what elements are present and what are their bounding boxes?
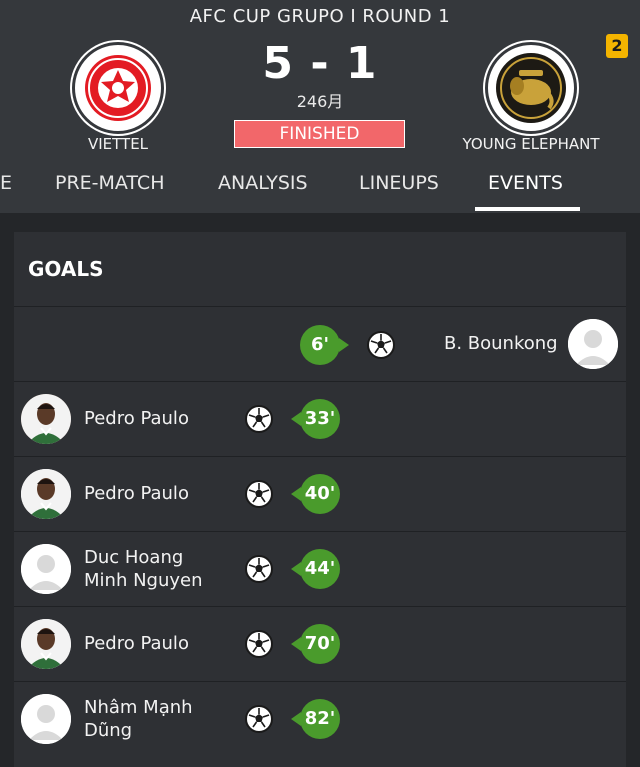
goal-event-row[interactable]: Duc Hoang Minh Nguyen 44' xyxy=(14,531,626,606)
goal-event-row[interactable]: Pedro Paulo 33' xyxy=(14,381,626,456)
player-photo-icon xyxy=(21,394,71,444)
player-name: Pedro Paulo xyxy=(84,483,189,504)
soccer-ball-icon xyxy=(367,331,395,359)
match-header: AFC CUP GRUPO I ROUND 1 2 VIETTEL 5 - 1 … xyxy=(0,0,640,213)
tab-partial[interactable]: E xyxy=(0,172,12,194)
goal-event-row[interactable]: Nhâm Mạnh Dũng 82' xyxy=(14,681,626,767)
tab-pre-match[interactable]: PRE-MATCH xyxy=(55,172,164,194)
player-avatar[interactable] xyxy=(21,394,71,444)
person-placeholder-icon xyxy=(21,544,71,594)
soccer-ball-icon xyxy=(245,405,273,433)
player-name: Pedro Paulo xyxy=(84,408,189,429)
person-placeholder-icon xyxy=(568,319,618,369)
goals-panel: GOALS 6' B. Bounkong Pedro Paulo 33' Ped… xyxy=(14,232,626,767)
player-avatar[interactable] xyxy=(21,469,71,519)
goal-event-row[interactable]: Pedro Paulo 40' xyxy=(14,456,626,531)
goal-event-row[interactable]: Pedro Paulo 70' xyxy=(14,606,626,681)
tab-analysis[interactable]: ANALYSIS xyxy=(218,172,308,194)
player-name-line-2: Minh Nguyen xyxy=(84,570,203,591)
player-name: Duc Hoang Minh Nguyen xyxy=(84,546,203,592)
goal-minute-badge: 6' xyxy=(300,325,349,365)
player-photo-icon xyxy=(21,469,71,519)
player-avatar[interactable] xyxy=(568,319,618,369)
goal-event-row[interactable]: 6' B. Bounkong xyxy=(14,306,626,381)
notification-badge[interactable]: 2 xyxy=(606,34,628,58)
player-name-line-1: Duc Hoang xyxy=(84,547,184,568)
away-team-logo[interactable] xyxy=(485,42,577,134)
player-name-line-1: Nhâm Mạnh xyxy=(84,697,193,718)
player-name-line-2: Dũng xyxy=(84,720,133,741)
goal-minute-badge: 33' xyxy=(291,399,340,439)
young-elephant-crest-icon xyxy=(496,53,566,123)
match-subscore: 246月 xyxy=(296,92,344,111)
goal-minute-badge: 70' xyxy=(291,624,340,664)
goal-minute-badge: 40' xyxy=(291,474,340,514)
soccer-ball-icon xyxy=(245,480,273,508)
goal-minute-badge: 44' xyxy=(291,549,340,589)
soccer-ball-icon xyxy=(245,555,273,583)
soccer-ball-icon xyxy=(245,705,273,733)
match-score: 5 - 1 xyxy=(262,38,378,89)
player-name: B. Bounkong xyxy=(444,333,558,354)
home-team-name: VIETTEL xyxy=(87,135,149,153)
competition-title: AFC CUP GRUPO I ROUND 1 xyxy=(189,6,451,27)
goals-section-title: GOALS xyxy=(28,257,104,281)
player-avatar[interactable] xyxy=(21,544,71,594)
tab-events[interactable]: EVENTS xyxy=(488,172,563,194)
soccer-ball-icon xyxy=(245,630,273,658)
tab-lineups[interactable]: LINEUPS xyxy=(359,172,439,194)
away-team-name: YOUNG ELEPHANT xyxy=(462,135,600,153)
player-photo-icon xyxy=(21,619,71,669)
player-name: Nhâm Mạnh Dũng xyxy=(84,696,193,742)
person-placeholder-icon xyxy=(21,694,71,744)
player-avatar[interactable] xyxy=(21,619,71,669)
match-tabs: E PRE-MATCH ANALYSIS LINEUPS EVENTS xyxy=(0,168,640,213)
match-status-badge: FINISHED xyxy=(234,120,405,148)
goal-minute-badge: 82' xyxy=(291,699,340,739)
home-team-logo[interactable] xyxy=(72,42,164,134)
viettel-crest-icon xyxy=(85,55,151,121)
active-tab-indicator xyxy=(475,207,580,211)
player-avatar[interactable] xyxy=(21,694,71,744)
player-name: Pedro Paulo xyxy=(84,633,189,654)
